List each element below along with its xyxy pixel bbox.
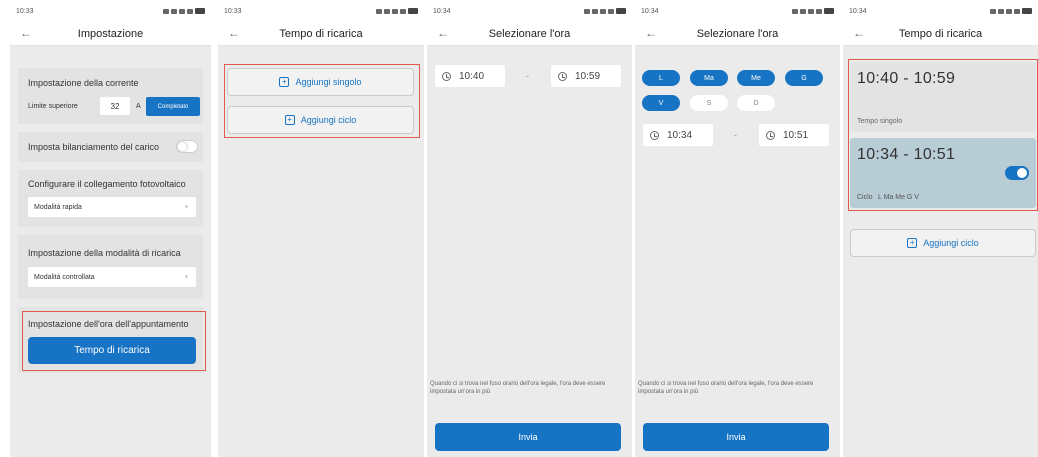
app-bar: ← Impostazione: [10, 22, 211, 46]
charge-time-empty-screen: 10:33 ← Tempo di ricarica + Aggiungi sin…: [218, 0, 424, 457]
clock-icon: [442, 71, 451, 81]
page-title: Tempo di ricarica: [898, 27, 983, 40]
app-bar: ← Selezionare l'ora: [635, 22, 840, 46]
status-time: 10:34: [641, 7, 659, 15]
page-title: Selezionare l'ora: [696, 27, 779, 40]
end-time-value: 10:59: [575, 70, 601, 82]
day-chip-s[interactable]: S: [690, 95, 728, 111]
settings-screen: 10:33 ← Impostazione Impostazione della …: [10, 0, 211, 457]
time-separator: -: [734, 130, 737, 140]
load-balance-toggle[interactable]: [176, 140, 198, 153]
back-arrow-icon[interactable]: ←: [20, 26, 32, 40]
end-time-field[interactable]: 10:51: [759, 124, 829, 146]
highlight-box: [848, 59, 1038, 211]
dst-note: Quando ci si trova nel fuso orario dell'…: [430, 381, 606, 395]
pv-mode-select[interactable]: Modalità rapida ▾: [28, 197, 196, 217]
load-balance-label: Imposta bilanciamento del carico: [28, 142, 160, 152]
day-chip-me[interactable]: Me: [737, 70, 775, 86]
add-cycle-label: Aggiungi ciclo: [923, 238, 979, 248]
pv-section-title: Configurare il collegamento fotovoltaico: [28, 179, 186, 189]
current-section-title: Impostazione della corrente: [28, 78, 139, 88]
status-time: 10:33: [16, 7, 34, 15]
chevron-down-icon: ▾: [184, 204, 188, 211]
pv-connection-card: Configurare il collegamento fotovoltaico…: [18, 170, 203, 227]
page-title: Selezionare l'ora: [488, 27, 571, 40]
start-time-field[interactable]: 10:40: [435, 65, 505, 87]
highlight-box: [224, 64, 420, 138]
unit-label: A: [136, 103, 141, 110]
charge-time-list-screen: 10:34 ← Tempo di ricarica 10:40 - 10:59 …: [843, 0, 1038, 457]
page-title: Tempo di ricarica: [279, 27, 363, 40]
day-chip-d[interactable]: D: [737, 95, 775, 111]
back-arrow-icon[interactable]: ←: [853, 26, 865, 40]
status-time: 10:33: [224, 7, 242, 15]
clock-icon: [650, 130, 659, 140]
charge-mode-select[interactable]: Modalità controllata ▾: [28, 267, 196, 287]
clock-icon: [766, 130, 775, 140]
day-chip-l[interactable]: L: [642, 70, 680, 86]
dst-note: Quando ci si trova nel fuso orario dell'…: [638, 381, 814, 395]
app-bar: ← Tempo di ricarica: [843, 22, 1038, 46]
screenshots-strip: 10:33 ← Impostazione Impostazione della …: [0, 0, 1038, 457]
chevron-down-icon: ▾: [184, 274, 188, 281]
page-title: Impostazione: [77, 27, 144, 40]
day-chip-g[interactable]: G: [785, 70, 823, 86]
upper-limit-input[interactable]: 32: [100, 97, 130, 115]
add-cycle-button[interactable]: + Aggiungi ciclo: [850, 229, 1036, 257]
status-time: 10:34: [849, 7, 867, 15]
end-time-field[interactable]: 10:59: [551, 65, 621, 87]
back-arrow-icon[interactable]: ←: [645, 26, 657, 40]
status-icons: [376, 8, 418, 14]
status-icons: [163, 8, 205, 14]
submit-button[interactable]: Invia: [643, 423, 829, 451]
app-bar: ← Selezionare l'ora: [427, 22, 632, 46]
back-arrow-icon[interactable]: ←: [437, 26, 449, 40]
select-time-cycle-screen: 10:34 ← Selezionare l'ora L Ma Me G V S …: [635, 0, 840, 457]
status-bar: 10:34: [635, 0, 840, 22]
charge-mode-value: Modalità controllata: [34, 273, 95, 281]
app-bar: ← Tempo di ricarica: [218, 22, 424, 46]
start-time-value: 10:34: [667, 129, 693, 141]
day-chip-ma[interactable]: Ma: [690, 70, 728, 86]
clock-icon: [558, 71, 567, 81]
select-time-single-screen: 10:34 ← Selezionare l'ora 10:40 - 10:59 …: [427, 0, 632, 457]
highlight-box: [22, 311, 206, 371]
status-bar: 10:34: [843, 0, 1038, 22]
start-time-field[interactable]: 10:34: [643, 124, 713, 146]
charge-mode-card: Impostazione della modalità di ricarica …: [18, 235, 203, 299]
status-icons: [792, 8, 834, 14]
current-setting-card: Impostazione della corrente Limite super…: [18, 68, 203, 124]
plus-icon: +: [907, 238, 918, 248]
status-bar: 10:33: [218, 0, 424, 22]
load-balance-card: Imposta bilanciamento del carico: [18, 132, 203, 162]
charge-mode-title: Impostazione della modalità di ricarica: [28, 248, 181, 258]
end-time-value: 10:51: [783, 129, 809, 141]
status-icons: [990, 8, 1032, 14]
status-icons: [584, 8, 626, 14]
status-bar: 10:33: [10, 0, 211, 22]
status-bar: 10:34: [427, 0, 632, 22]
status-time: 10:34: [433, 7, 451, 15]
submit-button[interactable]: Invia: [435, 423, 621, 451]
completed-button[interactable]: Completato: [146, 97, 200, 116]
back-arrow-icon[interactable]: ←: [228, 26, 240, 40]
time-separator: -: [526, 71, 529, 81]
day-chip-v[interactable]: V: [642, 95, 680, 111]
pv-mode-value: Modalità rapida: [34, 203, 82, 211]
upper-limit-label: Limite superiore: [28, 103, 78, 110]
start-time-value: 10:40: [459, 70, 485, 82]
